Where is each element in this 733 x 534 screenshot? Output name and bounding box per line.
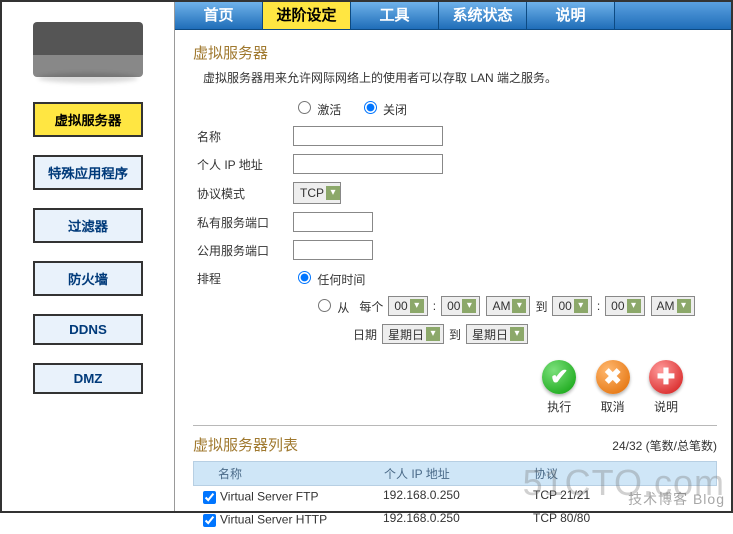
- sidebar-item-ddns[interactable]: DDNS: [33, 314, 143, 345]
- public-port-input[interactable]: [293, 240, 373, 260]
- tab-advanced[interactable]: 进阶设定: [263, 2, 351, 29]
- row-checkbox[interactable]: [203, 514, 216, 527]
- start-min-select[interactable]: 00▾: [441, 296, 480, 316]
- table-row: Virtual Server HTTP 192.168.0.250 TCP 80…: [193, 509, 717, 532]
- sidebar-item-dmz[interactable]: DMZ: [33, 363, 143, 394]
- label-date: 日期: [353, 326, 377, 343]
- radio-from-label[interactable]: 从: [313, 296, 349, 316]
- label-public-port: 公用服务端口: [193, 242, 293, 259]
- chevron-down-icon: ▾: [326, 186, 340, 200]
- radio-anytime-label[interactable]: 任何时间: [293, 273, 365, 287]
- label-every: 每个: [359, 298, 383, 315]
- radio-disable-label[interactable]: 关闭: [359, 103, 407, 117]
- radio-anytime[interactable]: [298, 271, 311, 284]
- label-protocol: 协议模式: [193, 185, 293, 202]
- end-day-select[interactable]: 星期日▾: [466, 324, 528, 344]
- sidebar-item-filter[interactable]: 过滤器: [33, 208, 143, 243]
- sidebar-item-virtual-server[interactable]: 虚拟服务器: [33, 102, 143, 137]
- chevron-down-icon: ▾: [410, 299, 424, 313]
- check-icon: ✔: [542, 360, 576, 394]
- th-proto: 协议: [534, 465, 716, 482]
- start-day-select[interactable]: 星期日▾: [382, 324, 444, 344]
- chevron-down-icon: ▾: [574, 299, 588, 313]
- radio-enable[interactable]: [298, 101, 311, 114]
- page-title: 虚拟服务器: [193, 42, 717, 63]
- chevron-down-icon: ▾: [677, 299, 691, 313]
- ip-input[interactable]: [293, 154, 443, 174]
- tab-tools[interactable]: 工具: [351, 2, 439, 29]
- start-ampm-select[interactable]: AM▾: [486, 296, 530, 316]
- chevron-down-icon: ▾: [462, 299, 476, 313]
- chevron-down-icon: ▾: [426, 327, 440, 341]
- list-title: 虚拟服务器列表: [193, 434, 612, 455]
- chevron-down-icon: ▾: [512, 299, 526, 313]
- label-private-port: 私有服务端口: [193, 214, 293, 231]
- chevron-down-icon: ▾: [627, 299, 641, 313]
- end-hour-select[interactable]: 00▾: [552, 296, 591, 316]
- th-ip: 个人 IP 地址: [384, 465, 534, 482]
- label-to: 到: [535, 298, 547, 315]
- label-ip: 个人 IP 地址: [193, 156, 293, 173]
- protocol-select[interactable]: TCP ▾: [293, 182, 341, 204]
- table-row: Virtual Server FTP 192.168.0.250 TCP 21/…: [193, 486, 717, 509]
- apply-button[interactable]: ✔ 执行: [538, 360, 580, 415]
- radio-disable[interactable]: [364, 101, 377, 114]
- tab-home[interactable]: 首页: [175, 2, 263, 29]
- name-input[interactable]: [293, 126, 443, 146]
- label-name: 名称: [193, 128, 293, 145]
- tab-help[interactable]: 说明: [527, 2, 615, 29]
- end-ampm-select[interactable]: AM▾: [651, 296, 695, 316]
- page-description: 虚拟服务器用来允许网际网络上的使用者可以存取 LAN 端之服务。: [203, 69, 717, 86]
- tab-status[interactable]: 系统状态: [439, 2, 527, 29]
- label-to2: 到: [449, 326, 461, 343]
- close-icon: ✖: [596, 360, 630, 394]
- plus-icon: ✚: [649, 360, 683, 394]
- sidebar-item-special-apps[interactable]: 特殊应用程序: [33, 155, 143, 190]
- table-header: 名称 个人 IP 地址 协议: [193, 461, 717, 486]
- radio-enable-label[interactable]: 激活: [293, 103, 345, 117]
- radio-from[interactable]: [318, 299, 331, 312]
- th-name: 名称: [194, 465, 384, 482]
- sidebar-item-firewall[interactable]: 防火墙: [33, 261, 143, 296]
- label-schedule: 排程: [193, 270, 293, 287]
- help-button[interactable]: ✚ 说明: [645, 360, 687, 415]
- chevron-down-icon: ▾: [510, 327, 524, 341]
- row-checkbox[interactable]: [203, 491, 216, 504]
- end-min-select[interactable]: 00▾: [605, 296, 644, 316]
- private-port-input[interactable]: [293, 212, 373, 232]
- count-text: 24/32 (笔数/总笔数): [612, 437, 717, 454]
- start-hour-select[interactable]: 00▾: [388, 296, 427, 316]
- router-image: [33, 22, 143, 77]
- cancel-button[interactable]: ✖ 取消: [592, 360, 634, 415]
